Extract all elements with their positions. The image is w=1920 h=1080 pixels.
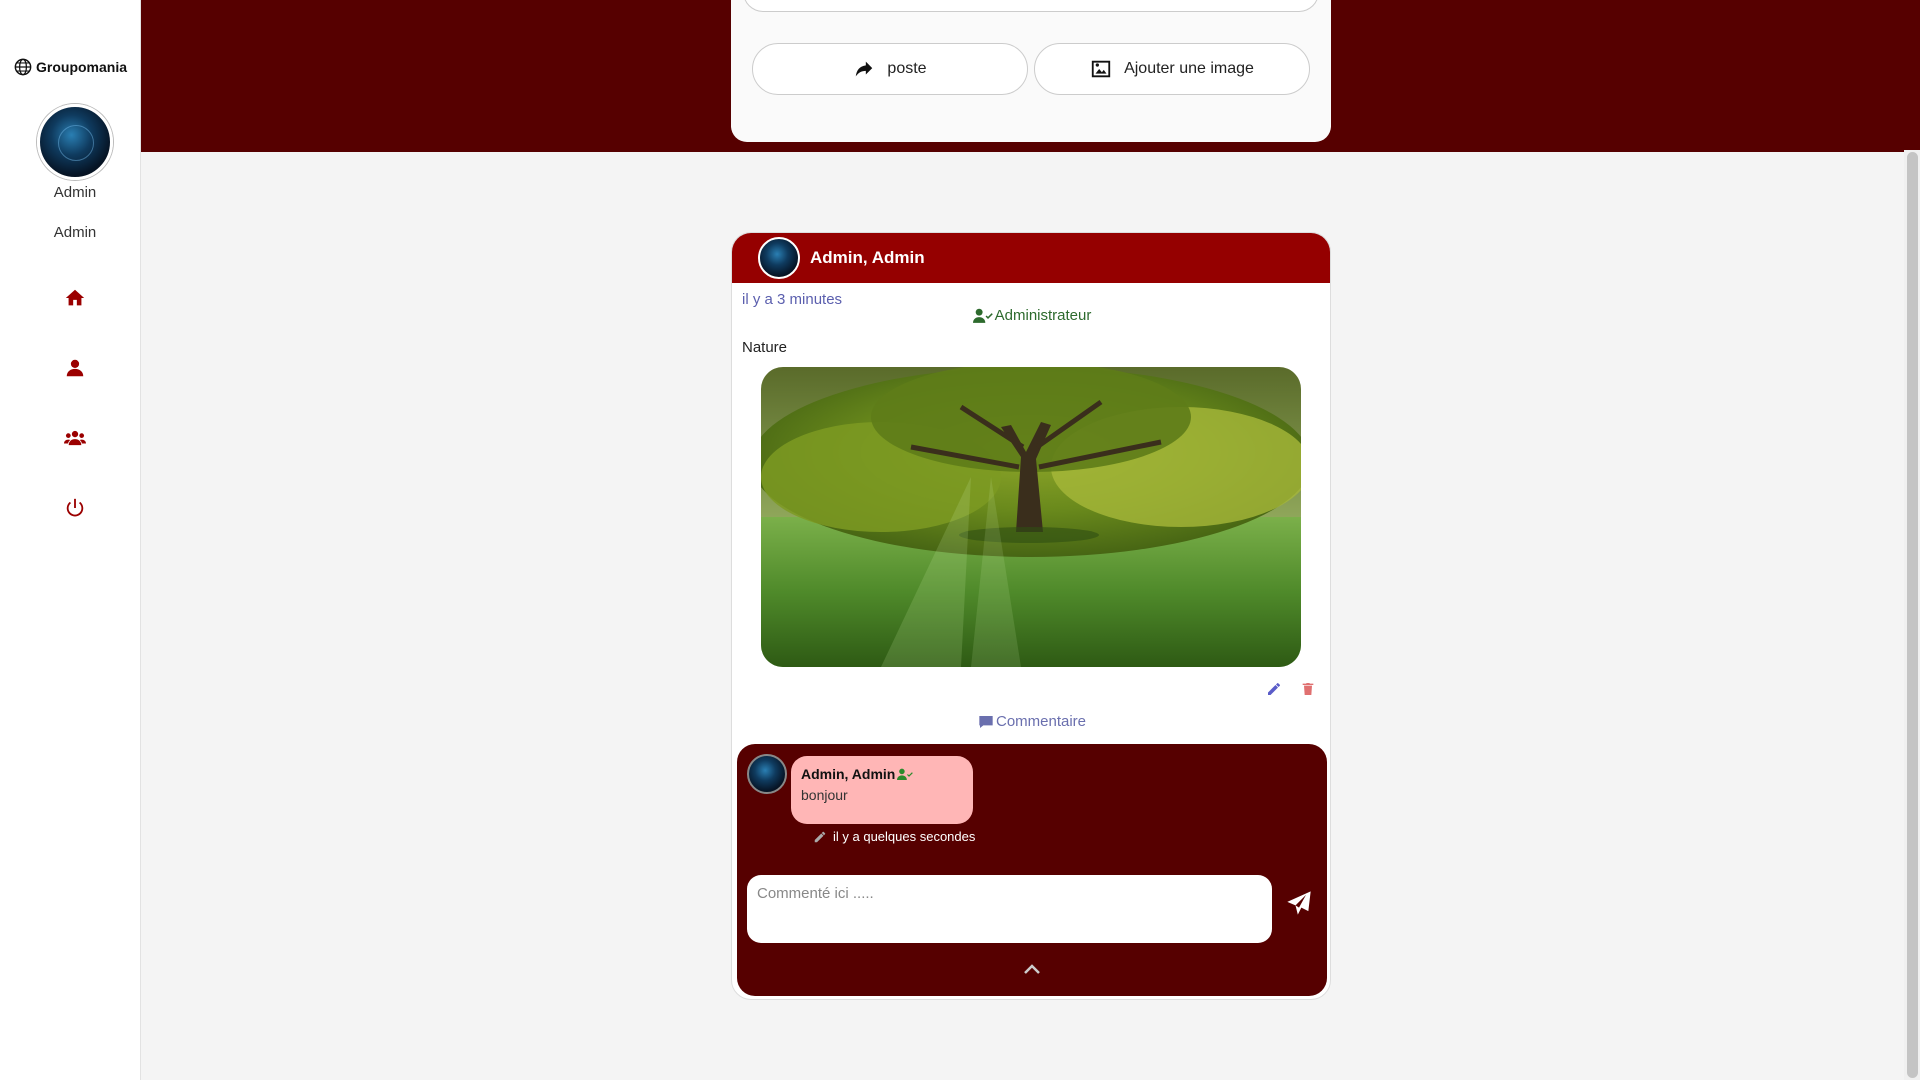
user-first-name: Admin <box>53 184 97 201</box>
comment-toggle-label: Commentaire <box>995 713 1087 730</box>
tree-photo <box>761 367 1301 667</box>
post-button[interactable]: poste <box>752 43 1028 95</box>
delete-post-button[interactable] <box>1300 681 1318 699</box>
page-scrollbar[interactable] <box>1904 150 1920 1080</box>
nav-home[interactable] <box>60 283 90 313</box>
nav-logout[interactable] <box>60 493 90 523</box>
post-text: Nature <box>742 339 788 356</box>
pencil-icon[interactable] <box>813 830 827 844</box>
post-time: il y a 3 minutes <box>742 291 843 308</box>
comment-author-avatar[interactable] <box>747 754 787 794</box>
comment-input[interactable] <box>747 875 1272 943</box>
user-check-icon <box>897 768 914 780</box>
post-card: Admin, Admin il y a 3 minutes Administra… <box>731 232 1331 1000</box>
comment-toggle[interactable]: Commentaire <box>732 713 1330 730</box>
comment-meta: il y a quelques secondes <box>813 829 975 844</box>
users-icon <box>64 430 86 446</box>
comment-author: Admin, Admin <box>801 766 963 782</box>
post-button-label: poste <box>887 60 927 77</box>
nav-profile[interactable] <box>60 353 90 383</box>
post-author: Admin, Admin <box>810 248 925 267</box>
user-icon <box>66 359 84 377</box>
brand-logo[interactable]: Groupomania <box>14 58 127 76</box>
post-role: Administrateur <box>732 307 1330 324</box>
trash-icon <box>1302 683 1314 695</box>
post-composer: poste Ajouter une image <box>731 0 1331 142</box>
user-last-name: Admin <box>53 224 97 241</box>
image-icon <box>1091 60 1111 78</box>
collapse-comments-button[interactable] <box>1020 962 1044 980</box>
comment-text: bonjour <box>801 787 848 803</box>
nav-users[interactable] <box>60 423 90 453</box>
comments-panel: Admin, Admin bonjour il y a quelques sec… <box>737 744 1327 996</box>
scrollbar-thumb[interactable] <box>1907 152 1918 1078</box>
power-icon <box>66 498 84 517</box>
comment-time: il y a quelques secondes <box>833 829 976 844</box>
sidebar: Groupomania Admin Admin <box>0 0 141 1080</box>
edit-post-button[interactable] <box>1266 681 1284 699</box>
add-image-button[interactable]: Ajouter une image <box>1034 43 1310 95</box>
post-role-label: Administrateur <box>994 307 1092 324</box>
comment-bubble: Admin, Admin bonjour <box>791 756 973 824</box>
share-arrow-icon <box>856 61 873 77</box>
globe-icon <box>14 58 32 76</box>
chevron-up-icon <box>1024 964 1040 974</box>
composer-input[interactable] <box>743 0 1319 12</box>
add-image-label: Ajouter une image <box>1124 60 1254 77</box>
user-check-icon <box>972 308 993 323</box>
send-icon <box>1287 891 1311 915</box>
user-avatar[interactable] <box>37 104 113 180</box>
comment-icon <box>979 715 993 728</box>
brand-name: Groupomania <box>36 59 128 75</box>
post-image[interactable] <box>761 367 1301 667</box>
comment-author-name: Admin, Admin <box>801 766 896 782</box>
send-comment-button[interactable] <box>1285 889 1317 921</box>
home-icon <box>65 289 85 306</box>
post-header: Admin, Admin <box>732 233 1330 283</box>
pencil-icon <box>1268 683 1280 695</box>
author-avatar[interactable] <box>758 237 800 279</box>
